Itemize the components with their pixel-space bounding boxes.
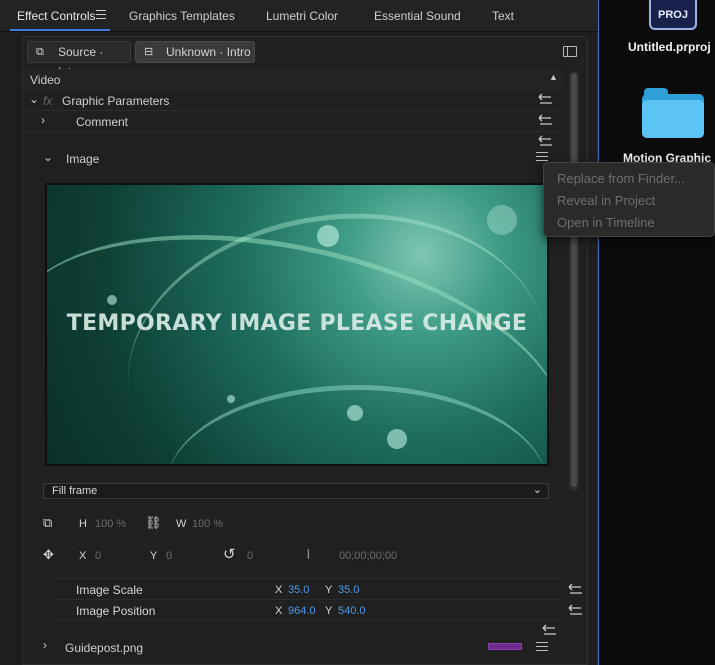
- grass-photo: TEMPORARY IMAGE PLEASE CHANGE: [47, 185, 547, 464]
- chevron-down-icon[interactable]: ⌄: [43, 150, 53, 164]
- desktop: PROJ Untitled.prproj Motion Graphic Effe…: [0, 0, 715, 665]
- fill-mode-value: Fill frame: [52, 485, 98, 497]
- image-position-row: Image Position X 964.0 Y 540.0: [53, 599, 582, 620]
- image-row[interactable]: ⌄ Image: [23, 132, 563, 172]
- guidepost-label: Guidepost.png: [65, 641, 144, 655]
- tab-lumetri-color[interactable]: Lumetri Color: [266, 9, 338, 23]
- tab-essential-sound[interactable]: Essential Sound: [374, 9, 461, 23]
- folder-icon[interactable]: [642, 88, 704, 138]
- panel-tab-bar: Effect Controls Graphics Templates Lumet…: [0, 0, 598, 32]
- width-value[interactable]: 100 %: [192, 518, 223, 530]
- video-section-header: Video ▲: [23, 69, 563, 90]
- timecode-value[interactable]: 00;00;00;00: [339, 550, 397, 562]
- chevron-down-icon: ⌄: [532, 484, 542, 496]
- proj-icon-text: PROJ: [658, 9, 688, 21]
- source-clip-button[interactable]: ⧉ Source · Intro: [27, 41, 131, 79]
- comment-row[interactable]: › Comment: [23, 111, 563, 132]
- clip-selector-bar: ⧉ Source · Intro ⊟ Unknown · Intro: [23, 37, 587, 79]
- image-scale-label: Image Scale: [76, 583, 143, 597]
- video-label: Video: [30, 73, 61, 87]
- reset-icon[interactable]: [537, 91, 555, 107]
- prproj-file-icon[interactable]: PROJ: [649, 0, 697, 30]
- position-x-value[interactable]: 964.0: [288, 605, 316, 617]
- tab-effect-controls[interactable]: Effect Controls: [17, 9, 95, 23]
- height-value[interactable]: 100 %: [95, 518, 126, 530]
- image-context-menu: Replace from Finder... Reveal in Project…: [543, 162, 715, 237]
- reset-icon[interactable]: [537, 112, 555, 128]
- image-position-label: Image Position: [76, 604, 156, 618]
- scrollbar-thumb[interactable]: [571, 73, 577, 487]
- unlink-icon[interactable]: ⛓: [145, 515, 162, 531]
- reset-icon[interactable]: [567, 581, 585, 597]
- reset-icon[interactable]: [537, 133, 555, 149]
- preview-overlay-text: TEMPORARY IMAGE PLEASE CHANGE: [66, 311, 528, 336]
- sequence-clip-icon: ⊟: [144, 46, 154, 58]
- target-clip-dropdown[interactable]: ⊟ Unknown · Intro: [135, 41, 255, 63]
- tab-graphics-templates[interactable]: Graphics Templates: [129, 9, 235, 23]
- position-y-value[interactable]: 540.0: [338, 605, 366, 617]
- comment-label: Comment: [76, 115, 129, 129]
- collapse-up-icon[interactable]: ▲: [549, 72, 558, 82]
- image-preview: TEMPORARY IMAGE PLEASE CHANGE: [45, 183, 549, 466]
- scale-to-frame-icon[interactable]: ⧉: [43, 515, 52, 531]
- graphic-parameters-row[interactable]: ⌄ fx Graphic Parameters: [23, 90, 563, 111]
- menu-item-replace-from-finder[interactable]: Replace from Finder...: [557, 171, 685, 186]
- pos-y-label: Y: [150, 550, 158, 562]
- pos-y-value[interactable]: 0: [166, 550, 172, 562]
- guidepost-color-swatch[interactable]: [488, 643, 522, 650]
- image-options-menu-icon[interactable]: [536, 152, 548, 161]
- target-clip-label: Unknown · Intro: [166, 45, 251, 59]
- chevron-right-icon[interactable]: ›: [43, 638, 47, 652]
- image-scale-row: Image Scale X 35.0 Y 35.0: [53, 578, 582, 599]
- graphic-parameters-label: Graphic Parameters: [62, 94, 170, 108]
- menu-item-open-in-timeline[interactable]: Open in Timeline: [557, 215, 655, 230]
- active-tab-indicator: [10, 29, 110, 31]
- scale-x-value[interactable]: 35.0: [288, 584, 309, 596]
- fx-badge[interactable]: fx: [43, 94, 52, 108]
- position-y-label: Y: [325, 605, 333, 617]
- position-x-label: X: [275, 605, 283, 617]
- height-label: H: [79, 518, 87, 530]
- tab-text[interactable]: Text: [492, 9, 514, 23]
- guidepost-options-menu-icon[interactable]: [536, 642, 548, 651]
- image-label: Image: [66, 152, 100, 166]
- scale-x-label: X: [275, 584, 283, 596]
- reset-icon[interactable]: [541, 622, 559, 638]
- scale-y-value[interactable]: 35.0: [338, 584, 359, 596]
- width-label: W: [176, 518, 187, 530]
- rotation-value[interactable]: 0: [247, 550, 253, 562]
- chevron-right-icon[interactable]: ›: [41, 113, 45, 127]
- effect-controls-content: ⧉ Source · Intro ⊟ Unknown · Intro Video…: [22, 36, 588, 665]
- fill-mode-select[interactable]: Fill frame ⌄: [43, 483, 549, 499]
- window-edge-line: [598, 0, 599, 665]
- toggle-timeline-view-icon[interactable]: [563, 46, 577, 57]
- pos-x-value[interactable]: 0: [95, 550, 101, 562]
- menu-item-reveal-in-project[interactable]: Reveal in Project: [557, 193, 655, 208]
- reset-icon[interactable]: [567, 602, 585, 618]
- prproj-file-label[interactable]: Untitled.prproj: [628, 40, 711, 54]
- effect-controls-panel: Effect Controls Graphics Templates Lumet…: [0, 0, 598, 665]
- scale-y-label: Y: [325, 584, 333, 596]
- move-icon[interactable]: ✥: [43, 547, 54, 563]
- pos-x-label: X: [79, 550, 87, 562]
- anchor-icon[interactable]: ⦚: [307, 547, 310, 563]
- rotation-icon[interactable]: ↺: [223, 545, 236, 563]
- panel-menu-icon[interactable]: [96, 10, 106, 19]
- chevron-down-icon[interactable]: ⌄: [29, 92, 39, 106]
- source-clip-icon: ⧉: [36, 46, 44, 58]
